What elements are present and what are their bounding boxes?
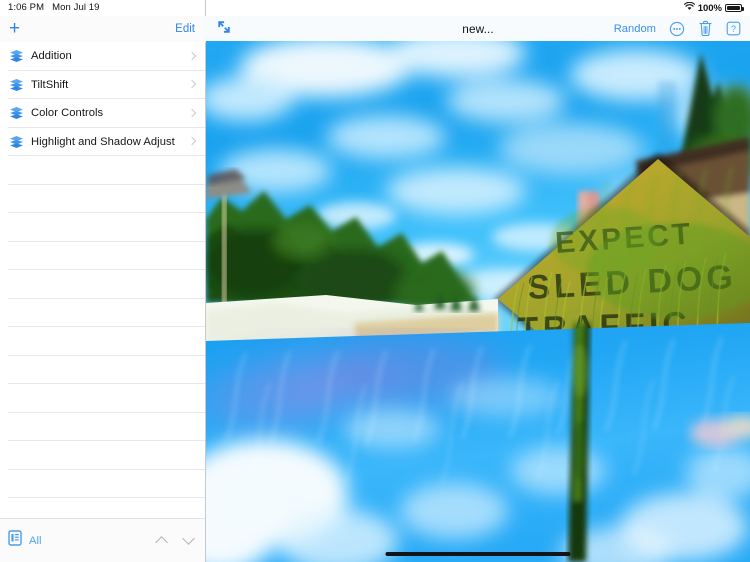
chevron-up-icon[interactable] [155,534,168,547]
main-panel: new... Random ? SLED TRAFFIC [206,0,750,562]
wifi-icon [683,1,695,14]
sidebar-item-highlight-and-shadow-adjust[interactable]: Highlight and Shadow Adjust [0,128,205,157]
sidebar-item-label: TiltShift [31,78,69,91]
status-bar: 1:06 PM Mon Jul 19 100% [0,0,750,16]
sidebar-item-label: Highlight and Shadow Adjust [31,135,175,148]
edit-button[interactable]: Edit [175,23,195,35]
status-time: 1:06 PM [8,2,45,13]
list-item[interactable] [0,156,205,185]
sidebar-nav-arrows [155,534,195,547]
sidebar-item-color-controls[interactable]: Color Controls [0,99,205,128]
status-bar-left: 1:06 PM Mon Jul 19 [8,2,100,13]
list-item[interactable] [0,213,205,242]
status-date: Mon Jul 19 [52,2,100,13]
home-indicator[interactable] [385,552,571,556]
layers-icon [9,78,31,92]
main-toolbar-actions: Random ? [614,16,741,41]
list-item[interactable] [0,441,205,470]
filter-all-label: All [29,534,42,547]
list-item[interactable] [0,384,205,413]
help-question-icon[interactable]: ? [726,21,741,36]
ellipsis-circle-icon[interactable] [669,21,685,37]
document-list-icon [8,530,22,551]
random-button[interactable]: Random [614,23,656,35]
sidebar-item-label: Addition [31,50,72,63]
svg-text:?: ? [731,24,736,34]
list-item[interactable] [0,413,205,442]
sidebar-footer: All [0,518,205,562]
sidebar: + Edit Addition TiltShift Color Controls… [0,0,206,562]
list-item[interactable] [0,242,205,271]
sidebar-item-addition[interactable]: Addition [0,42,205,71]
sidebar-item-label: Color Controls [31,107,104,120]
list-item[interactable] [0,299,205,328]
battery-icon [725,4,744,12]
chevron-right-icon [188,137,197,146]
list-item[interactable] [0,327,205,356]
list-item[interactable] [0,498,205,518]
photo-canvas[interactable]: EXPECT SLED DOG TRAFFIC [206,41,750,562]
layers-icon [9,135,31,149]
chevron-right-icon [188,109,197,118]
battery-percent: 100% [697,2,722,14]
sidebar-item-tiltshift[interactable]: TiltShift [0,71,205,100]
sidebar-toolbar: + Edit [0,16,206,42]
list-item[interactable] [0,270,205,299]
list-item[interactable] [0,356,205,385]
chevron-right-icon [188,80,197,89]
edited-photo: EXPECT SLED DOG TRAFFIC [206,41,750,562]
chevron-right-icon [188,52,197,61]
status-bar-right: 100% [683,1,744,14]
app-screen: 1:06 PM Mon Jul 19 100% + Edit Addition … [0,0,750,562]
trash-icon[interactable] [698,20,713,37]
layers-icon [9,106,31,120]
add-filter-button[interactable]: + [9,19,20,40]
chevron-down-icon[interactable] [182,534,195,547]
layers-icon [9,49,31,63]
list-item[interactable] [0,185,205,214]
filter-list: Addition TiltShift Color Controls Highli… [0,42,205,518]
list-item[interactable] [0,470,205,499]
main-toolbar: new... Random ? [206,16,750,41]
filter-all-button[interactable]: All [8,530,41,551]
